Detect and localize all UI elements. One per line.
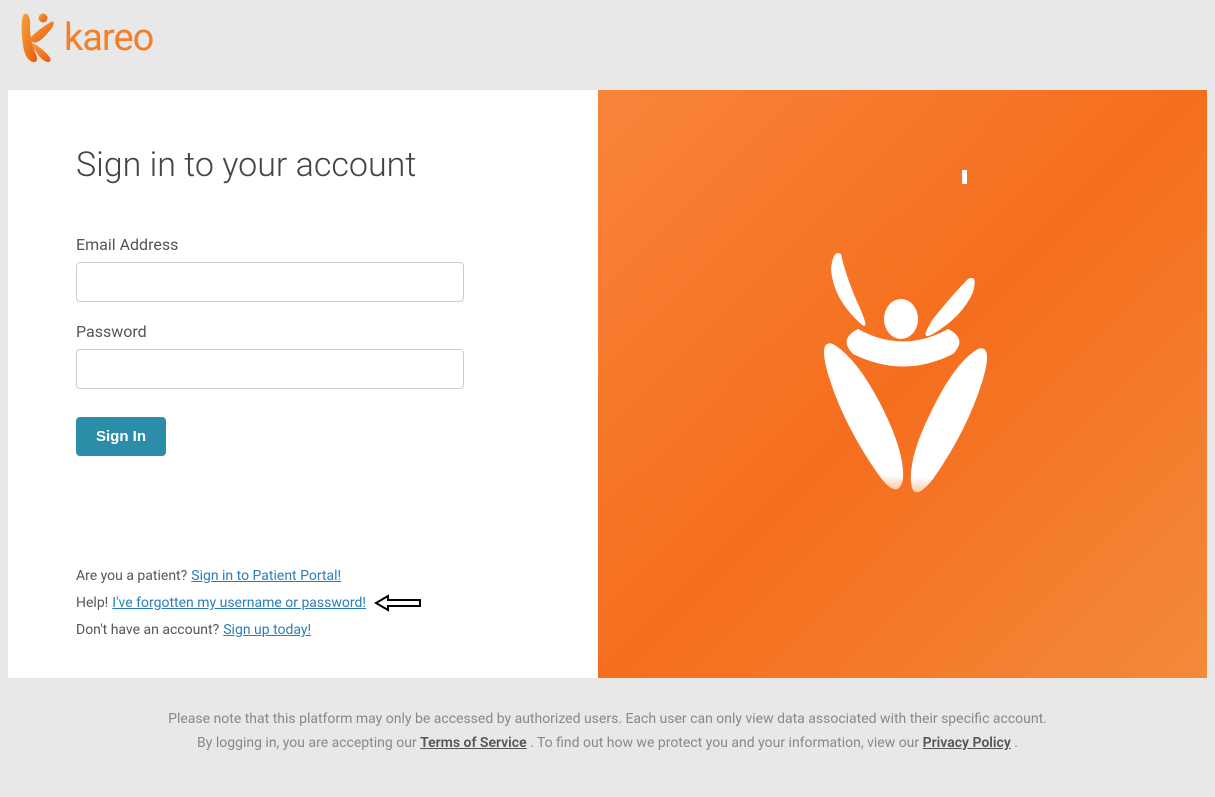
terms-link[interactable]: Terms of Service: [420, 735, 526, 751]
footer-text-a: By logging in, you are accepting our: [197, 735, 420, 751]
cursor-icon: [962, 170, 967, 184]
hero-panel: [598, 90, 1207, 678]
patient-portal-link[interactable]: Sign in to Patient Portal!: [191, 568, 341, 584]
password-label: Password: [76, 322, 528, 341]
footer: Please note that this platform may only …: [0, 678, 1215, 756]
signin-panel: Sign in to your account Email Address Pa…: [8, 90, 598, 678]
email-label: Email Address: [76, 235, 528, 254]
brand-name: kareo: [64, 16, 153, 60]
email-group: Email Address: [76, 235, 528, 302]
signin-button[interactable]: Sign In: [76, 417, 166, 456]
arrow-left-icon: [374, 594, 422, 612]
signup-link[interactable]: Sign up today!: [223, 622, 311, 638]
password-group: Password: [76, 322, 528, 389]
patient-portal-row: Are you a patient? Sign in to Patient Po…: [76, 568, 528, 584]
header: kareo: [0, 0, 1215, 90]
help-links: Are you a patient? Sign in to Patient Po…: [76, 468, 528, 648]
help-prefix: Help!: [76, 595, 108, 611]
forgot-password-link[interactable]: I've forgotten my username or password!: [112, 595, 366, 611]
patient-prefix: Are you a patient?: [76, 568, 187, 584]
email-input[interactable]: [76, 262, 464, 302]
footer-text-b: . To find out how we protect you and you…: [530, 735, 923, 751]
signup-row: Don't have an account? Sign up today!: [76, 622, 528, 638]
kareo-hero-icon: [803, 244, 1003, 524]
main-container: Sign in to your account Email Address Pa…: [8, 90, 1207, 678]
password-input[interactable]: [76, 349, 464, 389]
privacy-link[interactable]: Privacy Policy: [923, 735, 1011, 751]
footer-line1: Please note that this platform may only …: [40, 708, 1175, 732]
signup-prefix: Don't have an account?: [76, 622, 219, 638]
kareo-figure-icon: [15, 10, 60, 65]
brand-logo: kareo: [15, 10, 1200, 65]
footer-line2: By logging in, you are accepting our Ter…: [40, 732, 1175, 756]
page-title: Sign in to your account: [76, 145, 528, 185]
forgot-row: Help! I've forgotten my username or pass…: [76, 594, 528, 612]
footer-text-c: .: [1014, 735, 1018, 751]
